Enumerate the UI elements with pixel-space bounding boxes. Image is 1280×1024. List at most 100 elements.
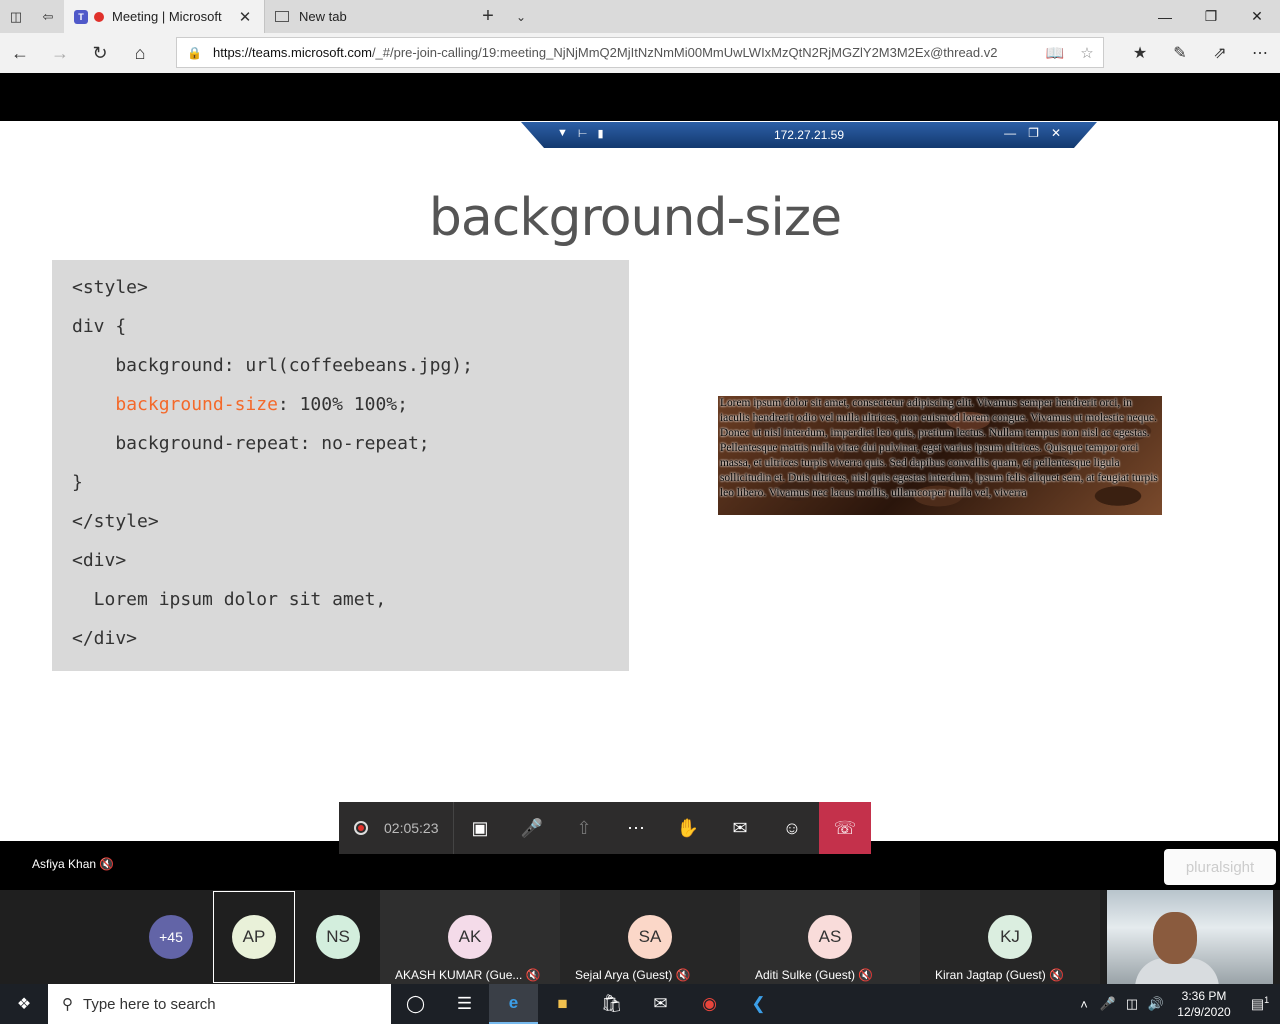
code-line: div { [72, 316, 127, 337]
code-line: Lorem ipsum dolor sit amet, [72, 589, 387, 610]
window-controls: — ❐ ✕ [1142, 0, 1280, 33]
tab-meeting[interactable]: T Meeting | Microsoft ✕ [64, 0, 264, 33]
avatar: AK [448, 915, 492, 959]
code-line: </style> [72, 511, 159, 532]
code-line: background: url(coffeebeans.jpg); [72, 355, 473, 376]
recording-indicator [94, 11, 104, 22]
self-video-feed[interactable] [1107, 890, 1273, 984]
set-aside-tabs-icon[interactable]: ⇦ [32, 0, 64, 33]
code-line: </div> [72, 628, 138, 649]
share-screen-button[interactable]: ⇧ [558, 802, 610, 854]
meeting-stage: background-size <style> div { background… [0, 73, 1280, 890]
browser-tab-strip: ◫ ⇦ T Meeting | Microsoft ✕ New tab + ⌄ … [0, 0, 1280, 33]
coffee-beans-demo-div: Lorem ipsum dolor sit amet, consectetur … [718, 396, 1162, 515]
video-person-head [1153, 912, 1197, 964]
participants-button[interactable]: ☺ [766, 802, 818, 854]
search-icon: ⚲ [62, 996, 73, 1013]
task-view-icon[interactable]: ☰ [440, 984, 489, 1024]
restore-button[interactable]: ❐ [1188, 0, 1234, 33]
file-explorer-icon[interactable]: ■ [538, 984, 587, 1024]
call-controls-bar: 02:05:23 ▣ 🎤 ⇧ ⋯ ✋ ✉ ☺ ☏ [339, 802, 871, 854]
volume-icon[interactable]: 🔊 [1144, 996, 1168, 1012]
windows-start-icon[interactable]: ❖ [0, 984, 48, 1024]
participant-name: Aditi Sulke (Guest) 🔇 [755, 968, 874, 982]
participant-tile[interactable]: AK AKASH KUMAR (Gue... 🔇 [380, 890, 560, 984]
forward-button[interactable]: → [40, 33, 80, 73]
chrome-icon[interactable]: ◉ [685, 984, 734, 1024]
close-window-button[interactable]: ✕ [1234, 0, 1280, 33]
action-center-icon[interactable]: ▤1 [1240, 995, 1280, 1013]
pen-icon[interactable]: ✎ [1160, 33, 1200, 73]
address-bar[interactable]: 🔒 https://teams.microsoft.com/_#/pre-joi… [176, 37, 1104, 68]
taskbar-clock[interactable]: 3:36 PM 12/9/2020 [1168, 988, 1240, 1020]
edge-icon[interactable]: e [489, 984, 538, 1024]
cortana-icon[interactable]: ◯ [391, 984, 440, 1024]
remote-desktop-bar: ▼ ⊢ ▮ 172.27.21.59 — ❐ ✕ [521, 122, 1097, 148]
url-text: https://teams.microsoft.com/_#/pre-join-… [213, 45, 998, 60]
chevron-down-icon[interactable]: ⌄ [506, 10, 536, 24]
new-tab-button[interactable]: + [470, 5, 506, 28]
avatar: AS [808, 915, 852, 959]
avatar[interactable]: AP [232, 915, 276, 959]
rdp-close-icon[interactable]: ✕ [1051, 126, 1061, 140]
code-line: <style> [72, 277, 148, 298]
call-timer: 02:05:23 [339, 802, 454, 854]
participant-tile[interactable]: SA Sejal Arya (Guest) 🔇 [560, 890, 740, 984]
tab-title: Meeting | Microsoft [112, 9, 222, 24]
close-tab-icon[interactable]: ✕ [236, 8, 254, 26]
back-button[interactable]: ← [0, 33, 40, 73]
avatar: SA [628, 915, 672, 959]
overflow-participants-button[interactable]: +45 [149, 915, 193, 959]
microphone-icon[interactable]: 🎤 [1096, 996, 1120, 1012]
shared-screen-slide: background-size <style> div { background… [0, 121, 1278, 885]
raise-hand-button[interactable]: ✋ [662, 802, 714, 854]
slide-title: background-size [428, 188, 842, 248]
more-icon[interactable]: ⋯ [1240, 33, 1280, 73]
participant-strip: +45 AP NS AK AKASH KUMAR (Gue... 🔇 SA Se… [0, 890, 1280, 984]
favorite-star-icon[interactable]: ☆ [1071, 44, 1103, 62]
lock-icon: 🔒 [187, 45, 202, 60]
network-icon[interactable]: ◫ [1120, 996, 1144, 1012]
more-actions-button[interactable]: ⋯ [610, 802, 662, 854]
code-line: } [72, 472, 83, 493]
participant-name: Sejal Arya (Guest) 🔇 [575, 968, 691, 982]
mail-icon[interactable]: ✉ [636, 984, 685, 1024]
pluralsight-logo: pluralsight [1164, 849, 1276, 885]
vscode-icon[interactable]: ❮ [734, 984, 783, 1024]
avatar[interactable]: NS [316, 915, 360, 959]
code-line: background-repeat: no-repeat; [72, 433, 430, 454]
avatar: KJ [988, 915, 1032, 959]
mic-muted-button[interactable]: 🎤 [506, 802, 558, 854]
participant-tile[interactable]: AS Aditi Sulke (Guest) 🔇 [740, 890, 920, 984]
page-icon [275, 11, 289, 22]
reading-view-icon[interactable]: 📖 [1039, 44, 1071, 62]
code-line: <div> [72, 550, 127, 571]
rdp-restore-icon[interactable]: ❐ [1028, 126, 1039, 140]
camera-button[interactable]: ▣ [454, 802, 506, 854]
tab-new[interactable]: New tab [264, 0, 464, 33]
presenter-name: Asfiya Khan 🔇 [32, 857, 115, 871]
teams-icon: T [74, 9, 88, 24]
recording-icon [354, 821, 368, 835]
taskbar-search-box[interactable]: ⚲ Type here to search [48, 984, 391, 1024]
system-tray: ˄ 🎤 ◫ 🔊 3:36 PM 12/9/2020 ▤1 [1072, 984, 1280, 1024]
code-block: <style> div { background: url(coffeebean… [52, 260, 629, 671]
home-button[interactable]: ⌂ [120, 33, 160, 73]
tab-title: New tab [299, 9, 347, 24]
tab-actions-icon[interactable]: ◫ [0, 0, 32, 33]
favorites-icon[interactable]: ★ [1120, 33, 1160, 73]
refresh-button[interactable]: ↻ [80, 33, 120, 73]
minimize-button[interactable]: — [1142, 0, 1188, 33]
hang-up-button[interactable]: ☏ [819, 802, 871, 854]
browser-nav-bar: ← → ↻ ⌂ 🔒 https://teams.microsoft.com/_#… [0, 33, 1280, 73]
windows-taskbar: ❖ ⚲ Type here to search ◯ ☰ e ■ 🛍 ✉ ◉ ❮ … [0, 984, 1280, 1024]
participant-tile[interactable]: KJ Kiran Jagtap (Guest) 🔇 [920, 890, 1100, 984]
participant-name: AKASH KUMAR (Gue... 🔇 [395, 968, 541, 982]
participant-name: Kiran Jagtap (Guest) 🔇 [935, 968, 1064, 982]
chat-button[interactable]: ✉ [714, 802, 766, 854]
rdp-minimize-icon[interactable]: — [1004, 126, 1016, 140]
store-icon[interactable]: 🛍 [587, 984, 636, 1024]
share-icon[interactable]: ⇗ [1200, 33, 1240, 73]
code-line: background-size: 100% 100%; [115, 394, 408, 415]
show-hidden-icons-icon[interactable]: ˄ [1072, 997, 1096, 1012]
